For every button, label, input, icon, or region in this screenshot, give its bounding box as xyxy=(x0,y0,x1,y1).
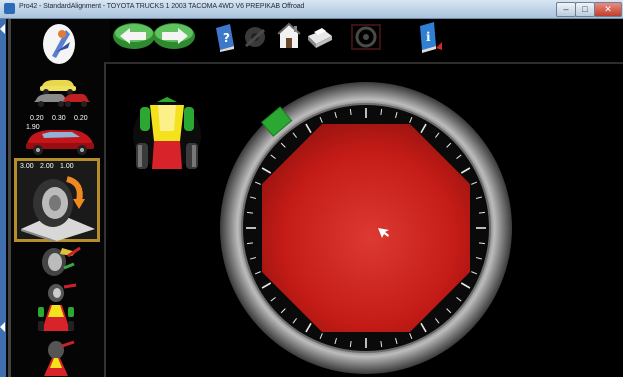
minimize-button[interactable]: – xyxy=(556,2,576,17)
caster-swing-gauge xyxy=(218,80,514,376)
car-top-view-icon xyxy=(133,97,201,169)
wheel-wrench-icon xyxy=(42,246,81,276)
home-button[interactable] xyxy=(276,22,302,55)
help-book-icon: ? xyxy=(216,24,234,52)
tools-button xyxy=(242,24,270,55)
svg-text:?: ? xyxy=(223,31,230,45)
maximize-button[interactable]: □ xyxy=(575,2,595,17)
back-button[interactable] xyxy=(112,22,156,55)
gauge-dial xyxy=(220,82,512,374)
wheel-wrench-icon xyxy=(44,340,75,376)
info-icon: i xyxy=(420,22,442,53)
vehicles-icon xyxy=(34,80,90,107)
app-icon xyxy=(4,3,15,14)
left-arrow-icon xyxy=(113,23,155,49)
car-adjust-icon xyxy=(38,283,77,331)
close-button[interactable]: ✕ xyxy=(594,2,622,17)
printer-icon xyxy=(308,28,332,48)
sidebar-item-measurement[interactable]: 0.20 0.30 0.20 1.90 xyxy=(14,115,104,157)
print-button[interactable] xyxy=(304,26,334,55)
help-button[interactable]: ? xyxy=(212,22,238,57)
vehicle-diagram xyxy=(122,95,212,175)
feather-icon xyxy=(43,24,75,64)
sidebar-item-adjust-rear[interactable] xyxy=(14,340,104,377)
sidebar-item-specifications[interactable] xyxy=(14,22,104,66)
app-window: Pro42 - StandardAlignment - TOYOTA TRUCK… xyxy=(0,0,623,377)
settings-tools-icon xyxy=(245,27,265,48)
sidebar-item-adjust-camber[interactable] xyxy=(14,242,104,278)
info-button[interactable]: i xyxy=(414,20,444,59)
collapse-arrow-icon[interactable] xyxy=(0,24,5,34)
wheel-frame-icon xyxy=(351,24,381,50)
home-icon xyxy=(277,22,301,48)
window-title: Pro42 - StandardAlignment - TOYOTA TRUCK… xyxy=(19,3,305,10)
title-bar: Pro42 - StandardAlignment - TOYOTA TRUCK… xyxy=(0,0,623,19)
sidebar-item-vehicle-selection[interactable] xyxy=(14,72,104,110)
toe-readout-sub: 1.90 xyxy=(26,124,40,131)
gauge-face-octagon xyxy=(262,124,470,332)
sidebar-item-caster-swing[interactable]: 3.00 2.00 1.00 xyxy=(14,158,100,242)
toe-readout-center: 0.30 xyxy=(52,115,66,122)
right-arrow-icon xyxy=(153,23,195,49)
next-button[interactable] xyxy=(152,22,196,55)
toe-readout-right: 0.20 xyxy=(74,115,88,122)
sidebar-divider xyxy=(8,19,11,377)
wheel-swing-icon xyxy=(21,176,95,241)
svg-text:i: i xyxy=(426,30,431,44)
toe-readout-left: 0.20 xyxy=(30,115,44,122)
wheel-options-button xyxy=(350,22,382,57)
sidebar-item-adjust-toe[interactable] xyxy=(14,283,104,333)
collapse-arrow-icon[interactable] xyxy=(0,322,5,332)
